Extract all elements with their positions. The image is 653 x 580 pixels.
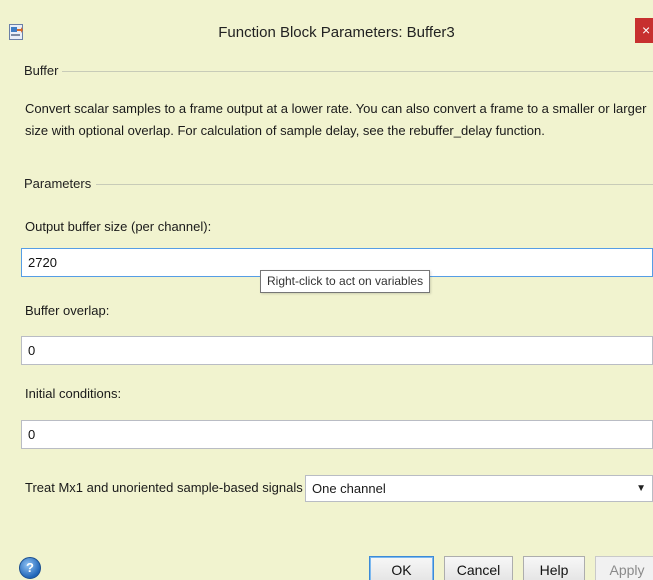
treat-signals-label: Treat Mx1 and unoriented sample-based si… (25, 480, 324, 495)
dialog-window: Function Block Parameters: Buffer3 × Buf… (0, 0, 653, 580)
window-title: Function Block Parameters: Buffer3 (218, 24, 455, 41)
question-help-icon[interactable]: ? (19, 557, 41, 579)
buffer-overlap-input[interactable]: 0 (21, 336, 653, 365)
treat-signals-value: One channel (312, 481, 386, 496)
cancel-button[interactable]: Cancel (444, 556, 513, 580)
output-buffer-size-label: Output buffer size (per channel): (25, 219, 212, 234)
apply-button[interactable]: Apply (595, 556, 653, 580)
buffer-group-line (60, 71, 653, 72)
initial-conditions-label: Initial conditions: (25, 386, 122, 401)
block-description: Convert scalar samples to a frame output… (25, 101, 647, 138)
parameters-group-line (96, 184, 653, 185)
ok-button[interactable]: OK (369, 556, 434, 580)
variables-tooltip: Right-click to act on variables (260, 270, 431, 293)
triangle-down-icon: ▼ (636, 483, 646, 494)
parameters-group-label: Parameters (24, 176, 96, 191)
close-button[interactable]: × (635, 18, 653, 43)
title-bar: Function Block Parameters: Buffer3 × (0, 0, 653, 60)
buffer-overlap-label: Buffer overlap: (25, 303, 110, 318)
help-button[interactable]: Help (523, 556, 585, 580)
initial-conditions-input[interactable]: 0 (21, 420, 653, 449)
buffer-group-label: Buffer (24, 63, 63, 78)
treat-signals-dropdown[interactable]: One channel ▼ (305, 475, 653, 502)
